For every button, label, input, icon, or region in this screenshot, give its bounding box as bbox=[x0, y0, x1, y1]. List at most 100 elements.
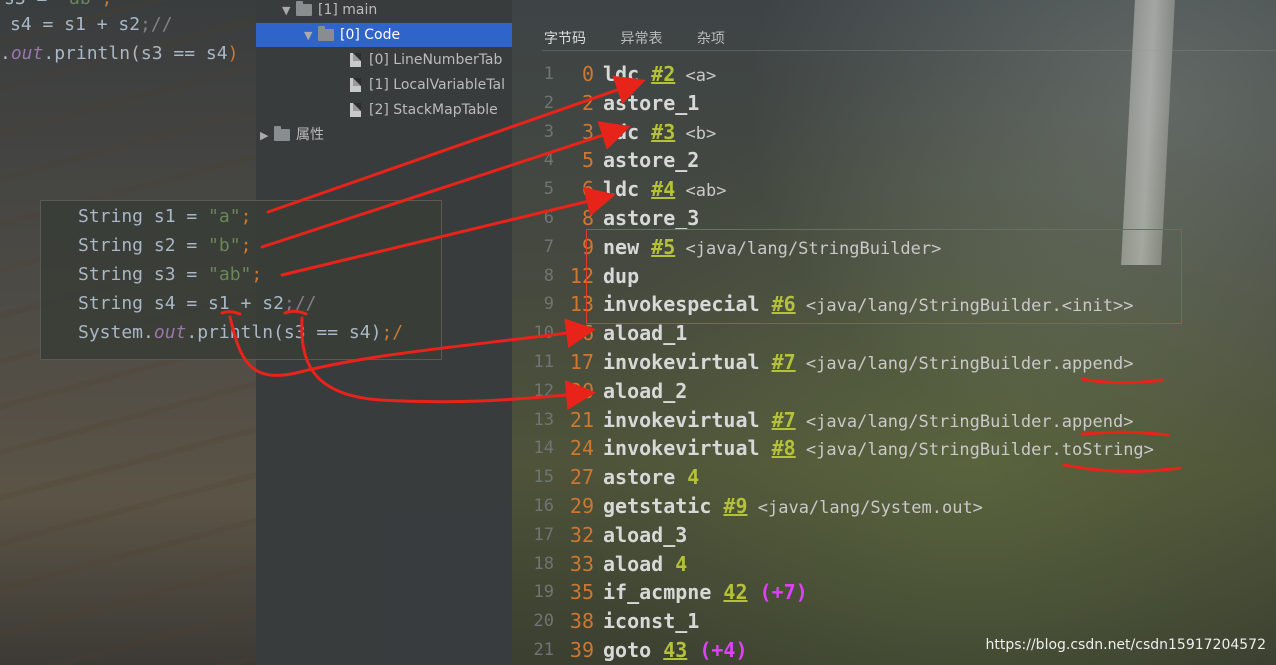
tree-item-stackmaptable[interactable]: [2] StackMapTable bbox=[350, 98, 498, 122]
opcode: astore_1 bbox=[603, 90, 700, 115]
comment: ;// bbox=[140, 14, 173, 35]
constant-pool-ref-link[interactable]: #7 bbox=[772, 408, 796, 432]
code-text: s4 = s1 + s2 bbox=[10, 14, 141, 35]
line-number: 7 bbox=[543, 236, 554, 257]
opcode: invokevirtual bbox=[603, 350, 772, 374]
line-number: 4 bbox=[543, 150, 554, 171]
semicolon: ; bbox=[240, 235, 252, 256]
line-number: 15 bbox=[533, 467, 554, 488]
operand-comment: <a> bbox=[675, 66, 717, 86]
line-number: 9 bbox=[543, 294, 554, 315]
tab-misc[interactable]: 杂项 bbox=[695, 24, 727, 52]
opcode: invokevirtual bbox=[603, 436, 772, 461]
expand-down-icon[interactable]: ▼ bbox=[304, 24, 318, 48]
folder-icon bbox=[296, 1, 312, 16]
tab-exception-table[interactable]: 异常表 bbox=[618, 24, 664, 52]
code-text: String s4 = s1 + s2 bbox=[78, 293, 284, 314]
file-icon bbox=[350, 103, 361, 117]
constant-pool-ref-link[interactable]: #3 bbox=[651, 120, 675, 144]
opcode: ldc bbox=[603, 62, 652, 86]
expand-right-icon[interactable]: ▶ bbox=[260, 124, 274, 148]
line-number: 5 bbox=[543, 179, 554, 200]
instruction: astore 4 bbox=[603, 463, 699, 492]
code-line-s4: s4 = s1 + s2;// bbox=[10, 14, 173, 35]
instruction: invokevirtual #7 <java/lang/StringBuilde… bbox=[603, 406, 1133, 437]
code-line-s4: String s4 = s1 + s2;// bbox=[78, 293, 316, 314]
bytecode-offset: 32 bbox=[569, 522, 594, 547]
operand-comment: <java/lang/StringBuilder.append> bbox=[795, 411, 1134, 432]
tab-divider bbox=[542, 50, 1276, 51]
line-number: 20 bbox=[533, 611, 554, 632]
code-text: .println(s3 == s4 bbox=[43, 43, 228, 64]
tree-item-label: [0] LineNumberTab bbox=[369, 52, 503, 68]
instruction: if_acmpne 42 (+7) bbox=[603, 578, 808, 607]
semicolon: ; bbox=[102, 0, 113, 9]
tree-item-linenumbertable[interactable]: [0] LineNumberTab bbox=[350, 48, 502, 72]
operand-comment: <b> bbox=[675, 123, 717, 144]
line-number: 14 bbox=[533, 438, 554, 459]
code-line-s3: String s3 = "ab"; bbox=[78, 264, 262, 285]
operand-comment: <java/lang/System.out> bbox=[747, 498, 983, 518]
instruction: astore_2 bbox=[603, 146, 699, 175]
constant-pool-ref-link[interactable]: #2 bbox=[651, 62, 675, 86]
bytecode-offset: 39 bbox=[569, 638, 594, 662]
instruction: invokevirtual #7 <java/lang/StringBuilde… bbox=[603, 348, 1133, 379]
code-line-s3: s3 = "ab"; bbox=[4, 0, 112, 9]
code-line-s2: String s2 = "b"; bbox=[78, 235, 251, 256]
line-number: 13 bbox=[533, 409, 554, 430]
tree-item-label: 属性 bbox=[296, 127, 324, 143]
field-out: out bbox=[153, 322, 187, 343]
line-number: 1 bbox=[543, 64, 554, 84]
bytecode-offset: 35 bbox=[569, 580, 594, 605]
operand-comment: <ab> bbox=[675, 181, 727, 202]
code-line-s1: String s1 = "a"; bbox=[78, 206, 251, 227]
tree-item-code[interactable]: ▼ [0] Code bbox=[256, 23, 512, 47]
code-text: String s3 = bbox=[78, 264, 209, 285]
semicolon: ;/ bbox=[381, 322, 404, 343]
opcode: aload_2 bbox=[603, 378, 688, 403]
code-editor[interactable]: s3 = "ab"; s4 = s1 + s2;// .out.println(… bbox=[0, 0, 256, 70]
constant-pool-ref-link[interactable]: 42 bbox=[723, 580, 747, 604]
opcode: aload_1 bbox=[603, 321, 688, 346]
instruction: aload_2 bbox=[603, 377, 687, 406]
instruction: getstatic #9 <java/lang/System.out> bbox=[603, 492, 983, 523]
constant-pool-ref-link[interactable]: #8 bbox=[772, 436, 796, 460]
code-text: String s2 = bbox=[78, 235, 209, 256]
string-literal: "b" bbox=[208, 235, 241, 256]
bytecode-offset: 6 bbox=[581, 177, 594, 202]
tree-item-attributes[interactable]: ▶ 属性 bbox=[260, 123, 324, 147]
paren: ) bbox=[227, 43, 239, 64]
file-icon bbox=[350, 53, 361, 67]
instruction: ldc #4 <ab> bbox=[603, 175, 726, 206]
bytecode-offset: 24 bbox=[569, 436, 594, 461]
semicolon: ; bbox=[251, 264, 263, 285]
source-code-snippet: String s1 = "a"; String s2 = "b"; String… bbox=[40, 200, 442, 360]
expand-down-icon[interactable]: ▼ bbox=[282, 0, 296, 23]
line-number: 10 bbox=[533, 323, 554, 344]
operand-comment: <java/lang/StringBuilder.toString> bbox=[795, 440, 1154, 461]
opcode: aload_3 bbox=[603, 522, 688, 547]
tree-item-main[interactable]: ▼ [1] main bbox=[282, 0, 377, 22]
jump-offset: (+7) bbox=[747, 580, 808, 605]
bytecode-offset: 29 bbox=[569, 494, 594, 518]
tab-bytecode[interactable]: 字节码 bbox=[542, 24, 588, 52]
opcode: astore bbox=[603, 465, 688, 490]
bytecode-offset: 38 bbox=[569, 609, 594, 634]
line-number: 6 bbox=[543, 208, 554, 228]
code-line-println: .out.println(s3 == s4) bbox=[0, 43, 238, 64]
code-text: s3 = bbox=[4, 0, 58, 9]
constant-pool-ref-link[interactable]: #9 bbox=[723, 494, 747, 518]
constant-pool-ref-link[interactable]: #7 bbox=[772, 350, 796, 374]
string-literal: "ab" bbox=[208, 264, 252, 285]
opcode: invokevirtual bbox=[603, 407, 772, 432]
constant-pool-ref-link[interactable]: #4 bbox=[651, 177, 675, 201]
bytecode-tabs: 字节码 异常表 杂项 bbox=[542, 24, 753, 50]
constant-pool-ref-link[interactable]: 43 bbox=[663, 638, 687, 662]
instruction: iconst_1 bbox=[603, 607, 699, 636]
instruction: goto 43 (+4) bbox=[603, 636, 748, 665]
line-number: 3 bbox=[543, 121, 554, 142]
line-number: 2 bbox=[543, 92, 554, 113]
tree-item-localvariabletable[interactable]: [1] LocalVariableTal bbox=[350, 73, 505, 97]
line-number: 16 bbox=[533, 496, 554, 516]
file-icon bbox=[350, 78, 361, 92]
